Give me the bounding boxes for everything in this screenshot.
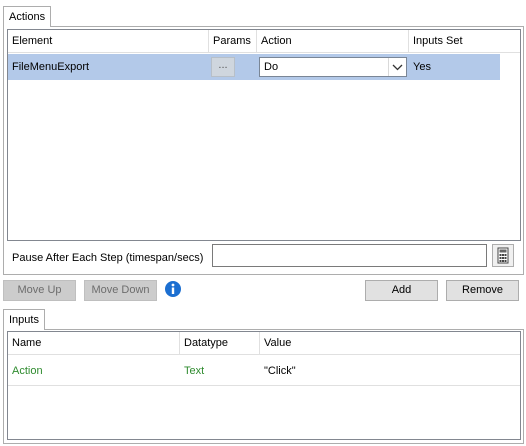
inputs-grid-header: Name Datatype Value [8,332,520,355]
info-icon[interactable] [164,280,182,298]
column-header-datatype[interactable]: Datatype [180,332,260,354]
move-up-button[interactable]: Move Up [3,280,76,301]
column-header-element[interactable]: Element [8,30,209,52]
chevron-down-icon[interactable] [388,58,406,76]
tab-inputs-label: Inputs [9,314,39,326]
params-button[interactable]: ... [211,57,235,77]
tab-actions[interactable]: Actions [3,6,52,27]
add-button[interactable]: Add [365,280,438,301]
table-row[interactable]: Action Text "Click" [8,358,520,386]
cell-element: FileMenuExport [12,61,90,73]
cell-value[interactable]: "Click" [260,358,520,384]
column-header-inputs-set[interactable]: Inputs Set [409,30,520,52]
calculator-icon[interactable] [492,244,514,267]
move-down-button[interactable]: Move Down [84,280,157,301]
pause-input[interactable] [212,244,487,267]
actions-grid: Element Params Action Inputs Set FileMen… [7,29,521,241]
table-row[interactable]: FileMenuExport ... Do Yes [8,54,500,80]
tab-inputs[interactable]: Inputs [3,309,45,330]
tab-actions-label: Actions [9,11,46,23]
remove-button[interactable]: Remove [446,280,519,301]
column-header-name[interactable]: Name [8,332,180,354]
action-combo[interactable]: Do [259,57,407,77]
inputs-grid: Name Datatype Value Action Text "Click" [7,331,521,440]
column-header-action[interactable]: Action [257,30,409,52]
actions-panel: Element Params Action Inputs Set FileMen… [3,26,524,275]
cell-inputs-set: Yes [413,61,431,73]
actions-grid-header: Element Params Action Inputs Set [8,30,520,53]
cell-datatype: Text [184,365,205,377]
cell-name: Action [12,365,43,377]
inputs-panel: Name Datatype Value Action Text "Click" [3,329,524,444]
action-combo-value: Do [264,61,279,73]
pause-label: Pause After Each Step (timespan/secs) [12,252,204,264]
column-header-params[interactable]: Params [209,30,257,52]
column-header-value[interactable]: Value [260,332,520,354]
